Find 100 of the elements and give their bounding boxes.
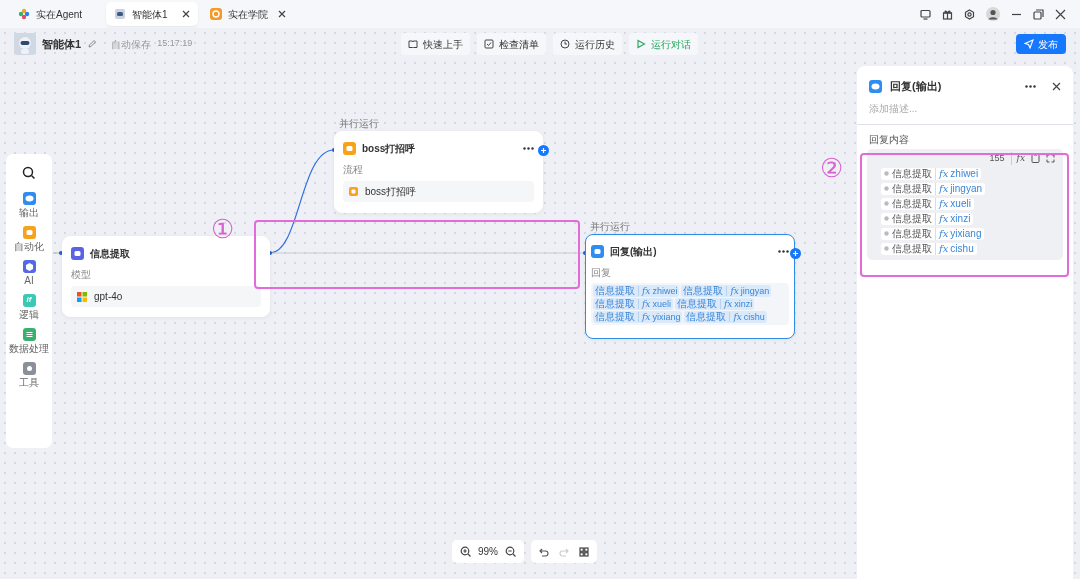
tab[interactable]: 智能体1 [106, 2, 198, 26]
add-icon[interactable] [790, 248, 801, 259]
clipboard-icon[interactable] [1031, 153, 1040, 164]
more-icon[interactable] [778, 250, 789, 253]
connector-line [52, 251, 63, 255]
source-name: 信息提取 [892, 227, 932, 240]
grip-icon [884, 201, 889, 206]
grip-icon [884, 186, 889, 191]
variable-name: yixiang [950, 227, 982, 240]
layout-icon[interactable] [579, 546, 589, 557]
add-icon[interactable] [538, 145, 549, 156]
palette-item[interactable]: 自动化 [14, 226, 44, 252]
checklist-icon [484, 39, 494, 49]
source-name: 信息提取 [595, 298, 635, 310]
field-label: 流程 [343, 163, 364, 177]
grip-icon [884, 246, 889, 251]
settings-icon[interactable] [964, 8, 975, 20]
send-icon [1024, 39, 1034, 49]
variable-name: cishu [950, 242, 974, 255]
zoom-in-icon[interactable] [460, 546, 471, 557]
close-icon[interactable] [182, 10, 190, 18]
variable-name: xinzi [734, 298, 753, 310]
variable-name: cishu [743, 311, 765, 323]
agent-name: 智能体1 [42, 36, 82, 52]
source-name: 信息提取 [892, 167, 932, 180]
expand-icon[interactable] [1046, 153, 1055, 163]
source-name: 信息提取 [892, 197, 932, 210]
toolbar-button[interactable]: 快速上手 [401, 33, 470, 55]
variable-name: yixiang [652, 311, 681, 323]
source-name: 信息提取 [892, 182, 932, 195]
close-icon[interactable] [1052, 81, 1061, 91]
node-title: 信息提取 [90, 247, 130, 261]
close-icon[interactable] [278, 10, 286, 18]
close-icon[interactable] [1055, 8, 1066, 20]
section-label: 回复内容 [868, 132, 910, 147]
source-name: 信息提取 [683, 285, 724, 297]
node-title: boss打招呼 [362, 142, 416, 156]
avatar[interactable] [986, 7, 1000, 21]
logo-icon [210, 8, 222, 20]
more-icon[interactable] [523, 147, 534, 150]
grip-icon [884, 171, 889, 176]
sparkle-icon [18, 8, 30, 20]
list-icon [22, 328, 36, 341]
monitor-icon[interactable] [920, 8, 931, 20]
chat-icon [22, 192, 36, 205]
gift-icon[interactable] [942, 8, 953, 20]
zoom-out-icon[interactable] [505, 546, 516, 557]
panel-title: 回复(输出) [890, 79, 942, 94]
source-name: 信息提取 [892, 212, 932, 225]
variable-name: xinzi [950, 212, 971, 225]
autosave-label: 自动保存 [111, 37, 152, 52]
tab[interactable]: 实在学院 [202, 2, 294, 26]
source-name: 信息提取 [686, 311, 727, 323]
annotation-number: ② [820, 155, 843, 181]
more-icon[interactable] [1025, 84, 1036, 88]
save-time: 15:17:19 [157, 37, 193, 51]
source-name: 信息提取 [676, 298, 717, 310]
tab[interactable]: 实在Agent [10, 2, 102, 26]
variable-name: jingyan [740, 285, 770, 297]
palette-item[interactable]: 数据处理 [9, 328, 49, 354]
variable-name: zhiwei [950, 167, 979, 180]
cube-icon [22, 260, 36, 273]
node-tag: 并行运行 [590, 222, 630, 232]
variable-name: xueli [950, 197, 971, 210]
node-title: 回复(输出) [610, 245, 657, 259]
source-name: 信息提取 [595, 285, 635, 297]
variable-name: xueli [652, 298, 671, 310]
field-label: 回复 [591, 266, 612, 280]
grip-icon [884, 216, 889, 221]
search-icon[interactable] [22, 166, 36, 180]
chat-icon [591, 245, 604, 258]
gear-icon [22, 362, 36, 375]
grip-icon [884, 231, 889, 236]
field-label: 模型 [71, 268, 92, 282]
flow-icon [349, 187, 358, 196]
logic-icon: if [22, 294, 36, 307]
source-name: 信息提取 [595, 311, 635, 323]
zoom-level: 99% [478, 545, 498, 559]
windows-logo-icon [77, 291, 87, 302]
variable-name: zhiwei [652, 285, 678, 297]
variable-name: jingyan [950, 182, 983, 195]
clock-icon [560, 39, 570, 49]
toolbar-button[interactable]: 运行历史 [553, 33, 622, 55]
play-icon [636, 39, 646, 49]
palette-item[interactable]: AI [22, 260, 36, 286]
palette-item[interactable]: 输出 [19, 192, 39, 218]
node-tag: 并行运行 [339, 119, 379, 129]
character-count: 155 [989, 151, 1005, 165]
undo-icon[interactable] [539, 546, 549, 557]
toolbar-button[interactable]: 检查清单 [477, 33, 546, 55]
robot-avatar [14, 33, 36, 55]
palette-item[interactable]: 工具 [19, 362, 39, 388]
restore-icon[interactable] [1033, 8, 1044, 20]
publish-button[interactable]: 发布 [1016, 34, 1066, 54]
flow-name: boss打招呼 [365, 185, 417, 199]
palette-item[interactable]: if 逻辑 [19, 294, 39, 320]
chat-icon [869, 79, 882, 93]
source-name: 信息提取 [892, 242, 932, 255]
node-icon [71, 247, 84, 260]
model-name: gpt-4o [94, 290, 123, 304]
